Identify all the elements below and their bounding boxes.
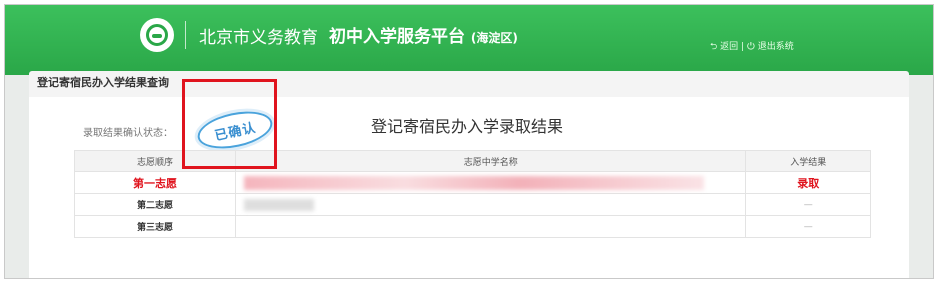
admission-result: — (745, 215, 871, 238)
header-links[interactable]: ⮌ 返回 | ⏻ 退出系统 (710, 39, 794, 55)
confirm-status-label: 录取结果确认状态： (83, 128, 173, 139)
tab-bar: 登记寄宿民办入学结果查询 (29, 71, 909, 99)
top-header: 北京市义务教育 初中入学服务平台 (海淀区) ⮌ 返回 | ⏻ 退出系统 (5, 5, 933, 75)
admission-result: — (745, 193, 871, 216)
result-title: 登记寄宿民办入学录取结果 (371, 117, 564, 136)
wish-order: 第三志愿 (73, 215, 237, 238)
header-school-name: 志愿中学名称 (235, 150, 747, 172)
header-divider (185, 21, 186, 49)
header-city-title: 北京市义务教育 (199, 28, 318, 48)
table-row: 第一志愿 录取 (73, 171, 871, 194)
platform-logo-icon (140, 18, 174, 52)
table-row: 第三志愿 — (73, 215, 871, 238)
header-result: 入学结果 (745, 150, 871, 172)
district-name: (海淀区) (470, 31, 518, 45)
wish-order: 第一志愿 (73, 171, 237, 194)
school-name-redacted (235, 193, 747, 216)
table-row: 第二志愿 — (73, 193, 871, 216)
wish-order: 第二志愿 (73, 193, 237, 216)
tab-enrollment-query[interactable]: 登记寄宿民办入学结果查询 (37, 71, 175, 99)
admission-result: 录取 (745, 171, 871, 194)
annotation-highlight-box (182, 79, 277, 169)
school-name-redacted (235, 171, 747, 194)
header-platform-title: 初中入学服务平台 (海淀区) (329, 22, 518, 47)
platform-name: 初中入学服务平台 (329, 27, 465, 47)
school-name-empty (235, 215, 747, 238)
result-panel: 录取结果确认状态： 已确认 登记寄宿民办入学录取结果 志愿顺序 志愿中学名称 入… (29, 97, 909, 278)
screenshot-frame: 北京市义务教育 初中入学服务平台 (海淀区) ⮌ 返回 | ⏻ 退出系统 登记寄… (4, 4, 934, 279)
